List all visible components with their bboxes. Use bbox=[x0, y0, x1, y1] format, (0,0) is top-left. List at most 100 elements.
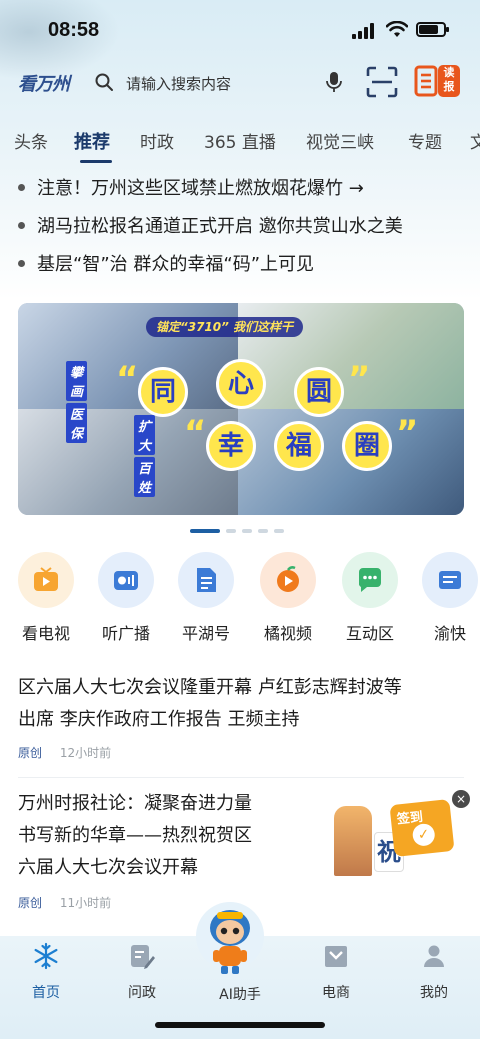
tab-culture[interactable]: 文 bbox=[470, 128, 480, 153]
article-meta: 原创 12小时前 bbox=[18, 744, 402, 761]
quick-link-label: 平湖号 bbox=[181, 624, 230, 643]
service-icon bbox=[422, 552, 478, 608]
nav-label: AI助手 bbox=[219, 987, 261, 1003]
nav-inquiry[interactable]: 问政 bbox=[102, 942, 182, 1002]
quick-link-radio[interactable]: 听广播 bbox=[86, 552, 166, 644]
banner-small-word: 扩大 bbox=[134, 415, 156, 455]
banner-big-char: 圆 bbox=[294, 367, 344, 417]
banner-big-char: 福 bbox=[274, 421, 324, 471]
microphone-icon[interactable] bbox=[324, 71, 344, 93]
bullet-dot bbox=[18, 221, 25, 229]
article-title: 万州时报社论：凝聚奋进力量 书写新的华章——热烈祝贺区 六届人大七次会议开幕 bbox=[18, 788, 252, 884]
quick-link-video[interactable]: 橘视频 bbox=[248, 552, 328, 644]
robot-mascot-icon bbox=[196, 902, 264, 974]
nav-label: 电商 bbox=[322, 985, 350, 1001]
headline-item[interactable]: 基层“智”治 群众的幸福“码”上可见 bbox=[18, 250, 480, 284]
tab-visual[interactable]: 视觉三峡 bbox=[306, 128, 374, 153]
article-time: 11小时前 bbox=[59, 896, 112, 910]
tab-headline[interactable]: 头条 bbox=[14, 128, 48, 153]
banner-quote-mark: ” bbox=[348, 359, 371, 399]
cellular-signal-icon bbox=[352, 23, 376, 39]
check-icon: ✓ bbox=[411, 822, 436, 847]
status-time: 08:58 bbox=[48, 19, 100, 41]
tab-live[interactable]: 365 直播 bbox=[204, 128, 276, 153]
document-icon bbox=[178, 552, 234, 608]
banner-small-word: 医保 bbox=[66, 403, 88, 443]
banner-small-words: 攀画 医保 bbox=[66, 361, 88, 445]
article-title-line: 六届人大七次会议开幕 bbox=[18, 857, 198, 878]
nav-ai-assistant[interactable]: AI助手 bbox=[196, 902, 280, 1004]
article-title-line: 出席 李庆作政府工作报告 王频主持 bbox=[18, 709, 300, 730]
tab-topics[interactable]: 专题 bbox=[408, 128, 442, 153]
banner-big-char: 心 bbox=[216, 359, 266, 409]
quick-link-label: 渝快 bbox=[433, 624, 466, 643]
quick-link-service[interactable]: 渝快 bbox=[410, 552, 480, 644]
signin-card: 签到 ✓ bbox=[389, 799, 455, 857]
quick-link-label: 互动区 bbox=[345, 624, 394, 643]
headline-text: 基层“智”治 群众的幸福“码”上可见 bbox=[37, 254, 315, 275]
banner-quote-mark: ” bbox=[396, 413, 419, 453]
banner-big-char: 圈 bbox=[342, 421, 392, 471]
home-indicator bbox=[155, 1022, 325, 1028]
search-row: 看万州 请输入搜索内容 读报 bbox=[0, 58, 480, 106]
quick-link-interact[interactable]: 互动区 bbox=[330, 552, 410, 644]
article-card[interactable]: 区六届人大七次会议隆重开幕 卢红彭志辉封波等 出席 李庆作政府工作报告 王频主持… bbox=[18, 672, 402, 761]
carousel-dot-active[interactable] bbox=[190, 529, 220, 533]
banner-small-words: 扩大 百姓 bbox=[134, 415, 156, 499]
article-source: 原创 bbox=[18, 896, 43, 910]
search-bar[interactable]: 请输入搜索内容 bbox=[88, 64, 352, 100]
quick-link-tv[interactable]: 看电视 bbox=[6, 552, 86, 644]
scan-icon[interactable] bbox=[366, 66, 398, 98]
quick-link-label: 听广播 bbox=[101, 624, 150, 643]
article-title-line: 书写新的华章——热烈祝贺区 bbox=[18, 825, 252, 846]
headline-text: 注意！万州这些区域禁止燃放烟花爆竹 → bbox=[37, 178, 364, 199]
read-newspaper-button[interactable]: 读报 bbox=[414, 64, 462, 98]
quick-links: 看电视 听广播 平湖号 橘视频 互动区 渝快 bbox=[0, 552, 480, 652]
carousel-dot[interactable] bbox=[258, 529, 268, 533]
active-tab-indicator bbox=[80, 160, 112, 163]
shop-icon bbox=[325, 946, 347, 967]
app-logo[interactable]: 看万州 bbox=[18, 70, 70, 96]
nav-label: 我的 bbox=[420, 985, 448, 1001]
banner-carousel[interactable]: 锚定“3710” 我们这样干 攀画 医保 “ 同 心 圆 ” 扩大 百姓 “ 幸… bbox=[18, 303, 464, 515]
nav-profile[interactable]: 我的 bbox=[394, 942, 474, 1002]
carousel-dot[interactable] bbox=[274, 529, 284, 533]
nav-shop[interactable]: 电商 bbox=[296, 942, 376, 1002]
user-icon bbox=[424, 945, 444, 967]
nav-label: 问政 bbox=[128, 985, 156, 1001]
status-bar: 08:58 bbox=[0, 0, 480, 58]
article-time: 12小时前 bbox=[59, 746, 112, 760]
close-icon[interactable]: × bbox=[452, 790, 470, 808]
tv-icon bbox=[18, 552, 74, 608]
carousel-dot[interactable] bbox=[226, 529, 236, 533]
signin-floating-widget[interactable]: 祝 签到 ✓ × bbox=[330, 790, 470, 890]
banner-big-char: 同 bbox=[138, 367, 188, 417]
banner-big-char: 幸 bbox=[206, 421, 256, 471]
headline-item[interactable]: 注意！万州这些区域禁止燃放烟花爆竹 → bbox=[18, 174, 480, 208]
quick-link-pinghu[interactable]: 平湖号 bbox=[166, 552, 246, 644]
search-input[interactable]: 请输入搜索内容 bbox=[126, 73, 231, 94]
nav-home[interactable]: 首页 bbox=[6, 942, 86, 1002]
battery-level bbox=[419, 25, 439, 34]
wifi-icon bbox=[386, 21, 408, 37]
read-badge-text: 读报 bbox=[443, 66, 455, 93]
tab-politics[interactable]: 时政 bbox=[140, 128, 174, 153]
article-card[interactable]: 万州时报社论：凝聚奋进力量 书写新的华章——热烈祝贺区 六届人大七次会议开幕 原… bbox=[18, 788, 252, 911]
article-title-line: 万州时报社论：凝聚奋进力量 bbox=[18, 793, 252, 814]
snowflake-icon bbox=[34, 942, 58, 970]
bullet-dot bbox=[18, 259, 25, 267]
banner-tag: 锚定“3710” 我们这样干 bbox=[146, 317, 304, 337]
radio-icon bbox=[98, 552, 154, 608]
orange-play-icon bbox=[260, 552, 316, 608]
chat-icon bbox=[342, 552, 398, 608]
battery-icon bbox=[416, 22, 449, 37]
channel-tabs: 头条 推荐 时政 365 直播 视觉三峡 专题 文 bbox=[0, 124, 480, 168]
search-icon bbox=[95, 73, 113, 91]
bell-tower-illustration bbox=[334, 806, 372, 876]
article-source: 原创 bbox=[18, 746, 43, 760]
article-title: 区六届人大七次会议隆重开幕 卢红彭志辉封波等 出席 李庆作政府工作报告 王频主持 bbox=[18, 672, 402, 736]
banner-small-word: 攀画 bbox=[66, 361, 88, 401]
carousel-dot[interactable] bbox=[242, 529, 252, 533]
headline-item[interactable]: 湖马拉松报名通道正式开启 邀你共赏山水之美 bbox=[18, 212, 480, 246]
tab-recommend[interactable]: 推荐 bbox=[74, 128, 110, 154]
